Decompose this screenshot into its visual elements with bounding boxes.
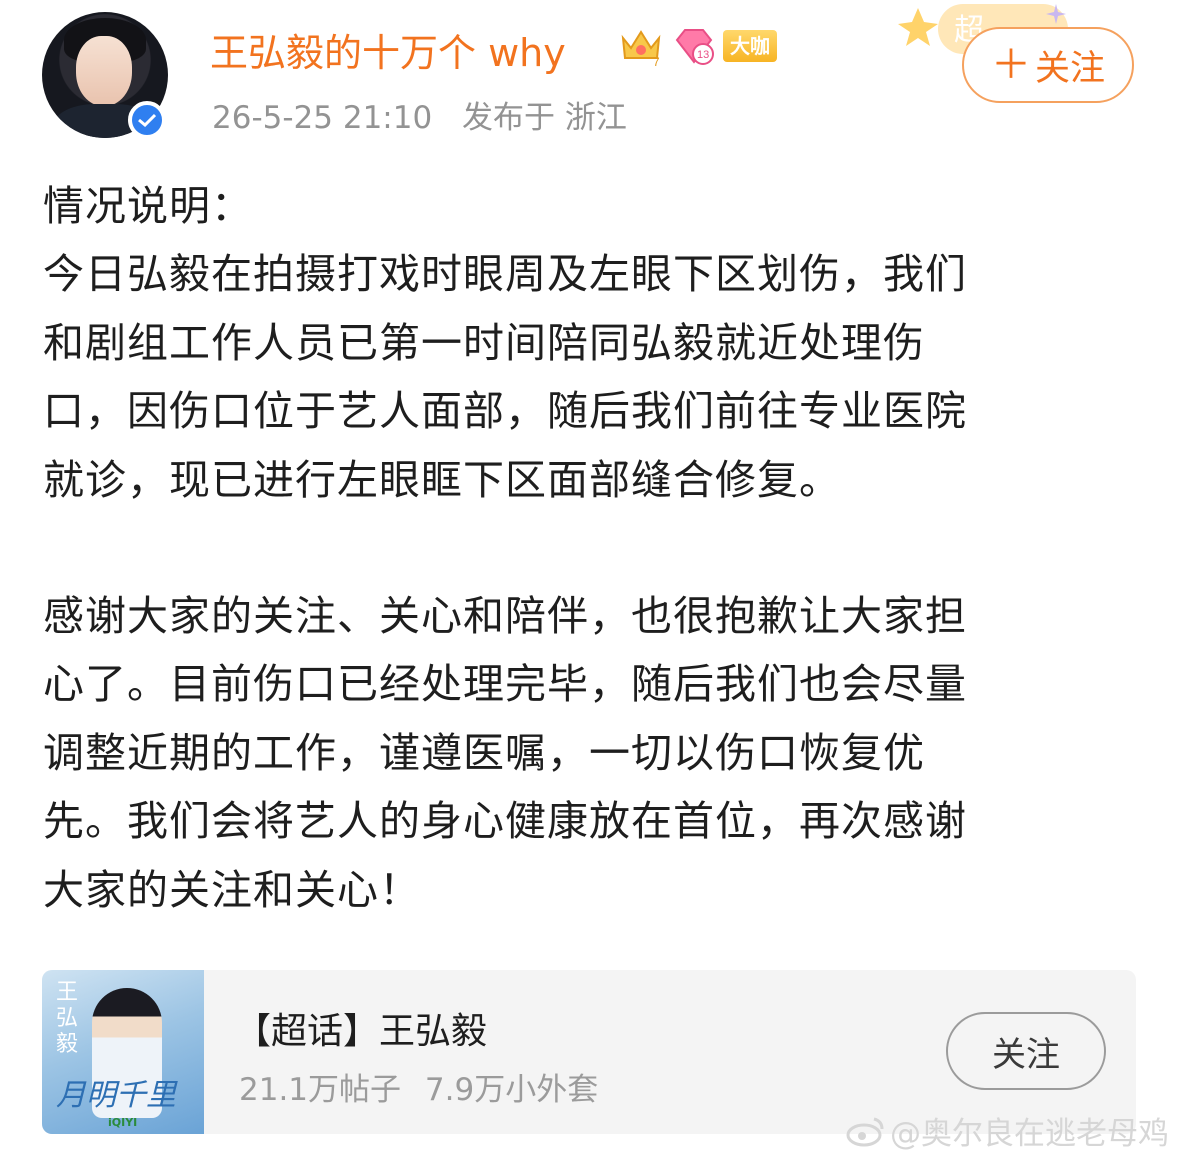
post-line: 感谢大家的关注、关心和陪伴，也很抱歉让大家担	[43, 592, 967, 641]
post-line: 就诊，现已进行左眼眶下区面部缝合修复。	[43, 455, 841, 504]
topic-post-count: 21.1万帖子	[239, 1072, 402, 1108]
post-line: 先。我们会将艺人的身心健康放在首位，再次感谢	[43, 797, 967, 846]
post-line: 大家的关注和关心！	[43, 865, 421, 914]
weibo-logo-icon	[846, 1117, 884, 1146]
post-line: 和剧组工作人员已第一时间陪同弘毅就近处理伤	[43, 318, 925, 367]
post-content: 情况说明： 今日弘毅在拍摄打戏时眼周及左眼下区划伤，我们 和剧组工作人员已第一时…	[43, 172, 1123, 924]
post-line: 今日弘毅在拍摄打戏时眼周及左眼下区划伤，我们	[43, 250, 967, 299]
topic-stats: 21.1万帖子 7.9万小外套	[239, 1064, 598, 1109]
post-line: 情况说明：	[43, 182, 253, 230]
watermark: @奥尔良在逃老母鸡	[846, 1108, 1169, 1153]
poster-side-text: 王弘毅	[56, 980, 79, 1057]
post-timestamp: 26-5-25 21:10	[212, 100, 433, 136]
topic-name[interactable]: 【超话】王弘毅	[235, 1002, 487, 1054]
poster-title: 月明千里	[56, 1078, 176, 1113]
post-location: 发布于 浙江	[462, 100, 627, 136]
crown-level: 7	[653, 55, 660, 68]
crown-icon: 7	[621, 30, 661, 68]
post-line: 心了。目前伤口已经处理完毕，随后我们也会尽量	[43, 660, 967, 709]
topic-member-count: 7.9万小外套	[424, 1072, 599, 1108]
follow-button-label: 关注	[1034, 48, 1105, 89]
topic-follow-button[interactable]: 关注	[946, 1012, 1106, 1090]
avatar-face	[76, 36, 132, 106]
watermark-text: @奥尔良在逃老母鸡	[890, 1116, 1169, 1152]
username[interactable]: 王弘毅的十万个 why	[210, 22, 566, 77]
verified-icon	[128, 101, 166, 139]
follow-button[interactable]: ＋ 关注	[962, 27, 1134, 103]
level-number: 13	[697, 49, 709, 61]
poster-logo: iQIYI	[108, 1116, 138, 1129]
post-line: 调整近期的工作，谨遵医嘱，一切以伤口恢复优	[43, 728, 925, 777]
user-badges: 7 13 大咖	[617, 24, 777, 68]
topic-thumbnail: 王弘毅 月明千里 iQIYI	[42, 970, 204, 1134]
level-icon: 13	[675, 29, 714, 65]
dakai-badge: 大咖	[723, 30, 777, 62]
post-meta: 26-5-25 21:10 发布于 浙江	[212, 92, 627, 137]
plus-icon: ＋	[990, 42, 1031, 88]
post-line: 口，因伤口位于艺人面部，随后我们前往专业医院	[43, 387, 967, 436]
